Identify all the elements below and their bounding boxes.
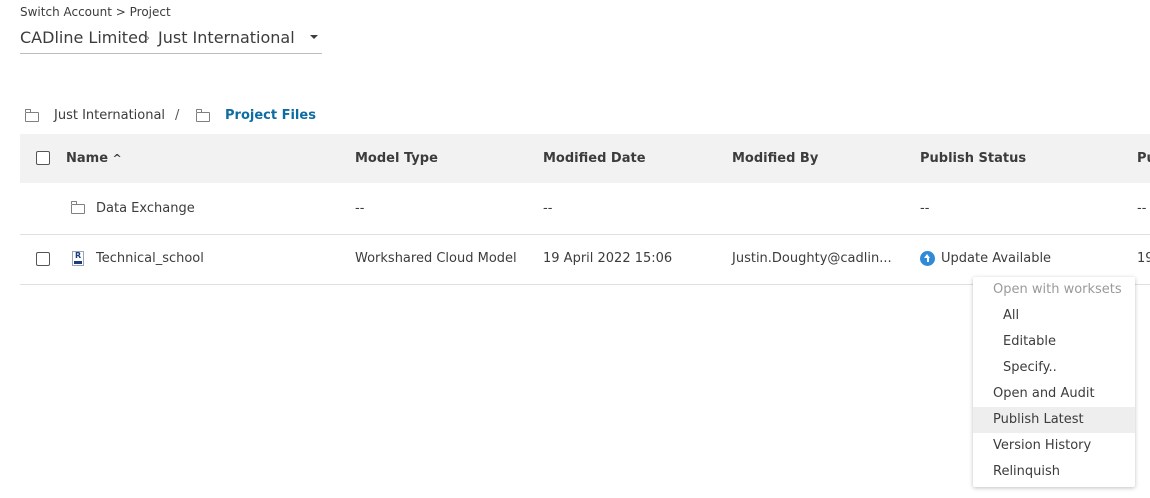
row-publish-status: -- [920, 201, 930, 216]
row-publish-status[interactable]: Update Available [941, 251, 1051, 266]
menu-item-specify[interactable]: Specify.. [973, 355, 1135, 381]
revit-file-icon: R [72, 251, 84, 266]
row-extra: -- [1137, 201, 1147, 216]
menu-item-open-and-audit[interactable]: Open and Audit [973, 381, 1135, 407]
column-header-name[interactable]: Name ^ [66, 151, 122, 166]
folder-icon [24, 109, 39, 122]
folder-icon [195, 109, 210, 122]
row-model-type: Workshared Cloud Model [355, 251, 517, 266]
column-header-modified-by[interactable]: Modified By [732, 151, 818, 166]
column-header-publish-status[interactable]: Publish Status [920, 151, 1026, 166]
row-modified-by: Justin.Doughty@cadlin... [732, 251, 892, 266]
menu-item-publish-latest[interactable]: Publish Latest [973, 407, 1135, 433]
row-extra: 19 [1137, 251, 1150, 266]
row-name[interactable]: Data Exchange [96, 201, 195, 216]
row-name[interactable]: Technical_school [96, 251, 204, 266]
column-header-truncated[interactable]: Pu [1137, 151, 1150, 166]
row-modified-date: -- [543, 201, 553, 216]
switch-account-breadcrumb[interactable]: Switch Account > Project [20, 5, 171, 19]
path-current: Project Files [225, 108, 316, 123]
folder-icon [70, 201, 85, 214]
path-root-link[interactable]: Just International [54, 108, 165, 123]
caret-down-icon[interactable] [310, 35, 318, 39]
table-header: Name ^ Model Type Modified Date Modified… [20, 134, 1150, 183]
menu-item-editable[interactable]: Editable [973, 329, 1135, 355]
chevron-right-icon: › [145, 31, 151, 46]
account-name: CADline Limited [20, 28, 149, 47]
column-header-model-type[interactable]: Model Type [355, 151, 438, 166]
update-available-icon [920, 251, 935, 266]
account-project-selector[interactable]: CADline Limited › Just International [20, 27, 322, 54]
menu-header-open-with-worksets: Open with worksets [993, 282, 1122, 297]
menu-item-version-history[interactable]: Version History [973, 433, 1135, 459]
project-name: Just International [158, 28, 295, 47]
menu-item-relinquish[interactable]: Relinquish [973, 459, 1135, 485]
path-separator: / [175, 108, 180, 123]
context-menu: Open with worksets All Editable Specify.… [973, 277, 1135, 487]
menu-item-all[interactable]: All [973, 303, 1135, 329]
row-checkbox[interactable] [36, 252, 50, 266]
table-row[interactable]: Data Exchange -- -- -- -- [20, 184, 1150, 235]
row-model-type: -- [355, 201, 365, 216]
select-all-checkbox[interactable] [36, 151, 50, 165]
column-header-modified-date[interactable]: Modified Date [543, 151, 646, 166]
row-modified-date: 19 April 2022 15:06 [543, 251, 673, 266]
sort-ascending-icon: ^ [112, 152, 122, 165]
